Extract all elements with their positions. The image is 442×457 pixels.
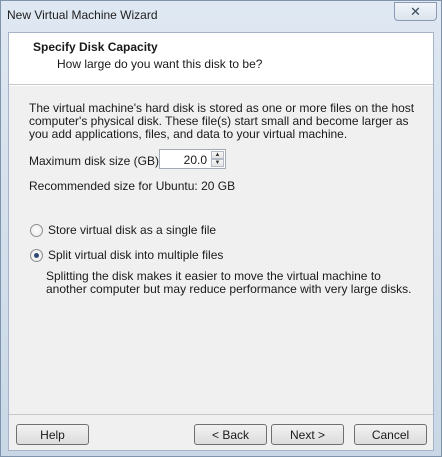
page-title: Specify Disk Capacity: [33, 40, 158, 54]
help-button[interactable]: Help: [16, 424, 89, 445]
title-bar: New Virtual Machine Wizard ✕: [1, 1, 441, 31]
header-divider: [9, 85, 433, 86]
split-files-description: Splitting the disk makes it easier to mo…: [46, 269, 412, 296]
recommended-size-text: Recommended size for Ubuntu: 20 GB: [29, 179, 236, 193]
split-files-label[interactable]: Split virtual disk into multiple files: [48, 248, 223, 262]
cancel-button[interactable]: Cancel: [354, 424, 427, 445]
wizard-client-area: Specify Disk Capacity How large do you w…: [8, 32, 434, 451]
single-file-option[interactable]: Store virtual disk as a single file: [30, 223, 216, 237]
page-subtitle: How large do you want this disk to be?: [57, 57, 263, 71]
single-file-label[interactable]: Store virtual disk as a single file: [48, 223, 216, 237]
spin-buttons: ▲ ▼: [211, 151, 224, 167]
disk-size-input[interactable]: 20.0: [184, 153, 207, 167]
close-icon: ✕: [410, 4, 421, 19]
max-disk-size-label: Maximum disk size (GB):: [29, 154, 163, 168]
disk-size-spinbox[interactable]: 20.0 ▲ ▼: [159, 149, 226, 169]
footer-divider: [9, 414, 433, 415]
split-files-option[interactable]: Split virtual disk into multiple files: [30, 248, 223, 262]
wizard-window: New Virtual Machine Wizard ✕ Specify Dis…: [0, 0, 442, 457]
window-title: New Virtual Machine Wizard: [7, 8, 158, 22]
back-button[interactable]: < Back: [194, 424, 267, 445]
next-button[interactable]: Next >: [271, 424, 344, 445]
wizard-header: Specify Disk Capacity How large do you w…: [9, 33, 433, 85]
single-file-radio[interactable]: [30, 223, 43, 237]
spin-down-arrow-icon[interactable]: ▼: [211, 159, 224, 167]
split-files-radio[interactable]: [30, 248, 43, 262]
close-button[interactable]: ✕: [394, 2, 437, 21]
spin-up-arrow-icon[interactable]: ▲: [211, 151, 224, 159]
disk-description: The virtual machine's hard disk is store…: [29, 101, 415, 141]
